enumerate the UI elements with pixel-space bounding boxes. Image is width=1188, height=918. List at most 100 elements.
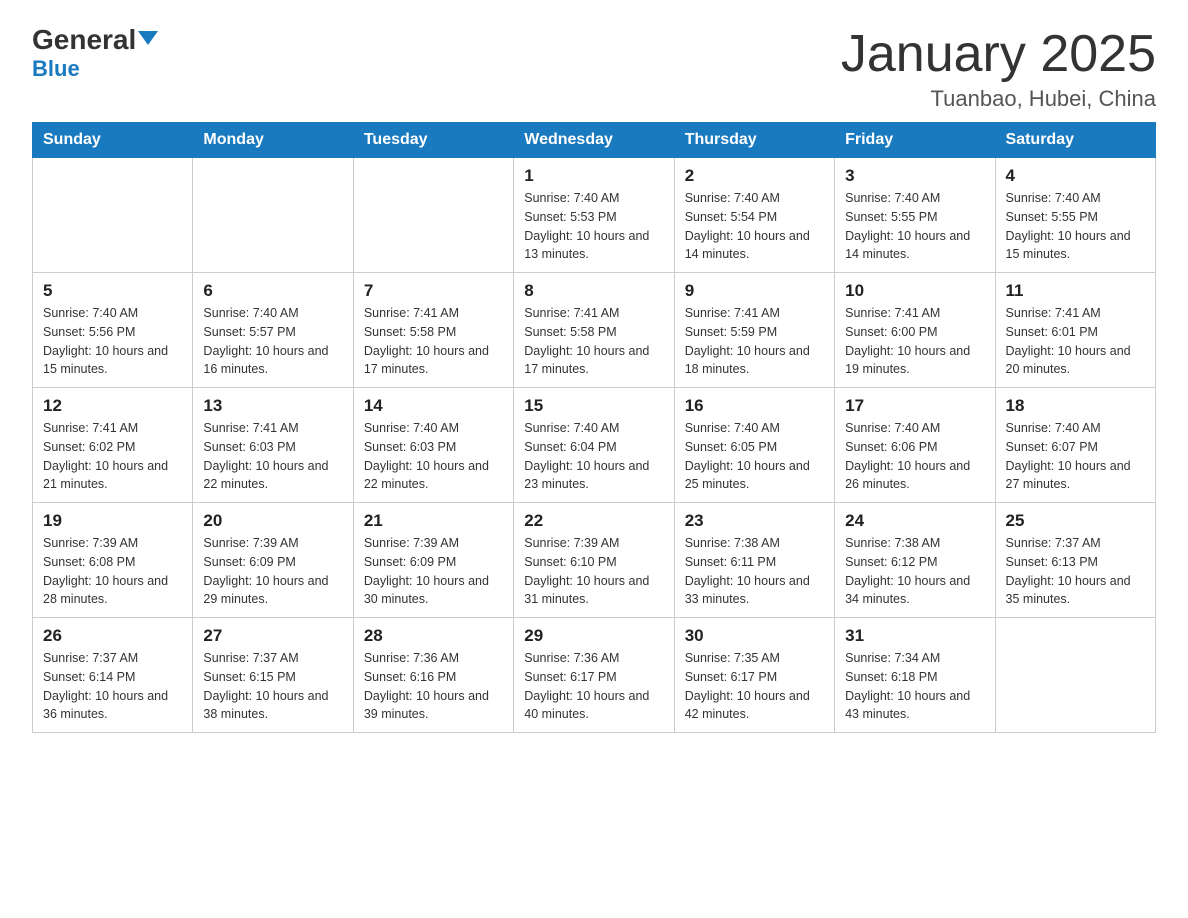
location-title: Tuanbao, Hubei, China: [841, 86, 1156, 112]
day-number: 9: [685, 281, 824, 301]
logo-triangle-icon: [138, 31, 158, 45]
day-number: 16: [685, 396, 824, 416]
day-number: 22: [524, 511, 663, 531]
day-info: Sunrise: 7:39 AMSunset: 6:09 PMDaylight:…: [203, 534, 342, 609]
day-number: 7: [364, 281, 503, 301]
calendar-cell: 24 Sunrise: 7:38 AMSunset: 6:12 PMDayligh…: [835, 503, 995, 618]
day-info: Sunrise: 7:41 AMSunset: 5:58 PMDaylight:…: [524, 304, 663, 379]
day-number: 28: [364, 626, 503, 646]
day-info: Sunrise: 7:40 AMSunset: 6:06 PMDaylight:…: [845, 419, 984, 494]
calendar-table: SundayMondayTuesdayWednesdayThursdayFrid…: [32, 122, 1156, 733]
calendar-cell: 19 Sunrise: 7:39 AMSunset: 6:08 PMDayligh…: [33, 503, 193, 618]
day-number: 4: [1006, 166, 1145, 186]
calendar-cell: 14 Sunrise: 7:40 AMSunset: 6:03 PMDayligh…: [353, 388, 513, 503]
day-number: 30: [685, 626, 824, 646]
calendar-cell: 5 Sunrise: 7:40 AMSunset: 5:56 PMDaylight…: [33, 273, 193, 388]
page-header: General Blue January 2025 Tuanbao, Hubei…: [32, 24, 1156, 112]
day-number: 3: [845, 166, 984, 186]
day-info: Sunrise: 7:40 AMSunset: 5:55 PMDaylight:…: [845, 189, 984, 264]
day-number: 20: [203, 511, 342, 531]
calendar-cell: 12Sunrise: 7:41 AMSunset: 6:02 PMDayligh…: [33, 388, 193, 503]
weekday-header-friday: Friday: [835, 123, 995, 158]
day-number: 2: [685, 166, 824, 186]
day-info: Sunrise: 7:34 AMSunset: 6:18 PMDaylight:…: [845, 649, 984, 724]
day-number: 24: [845, 511, 984, 531]
day-number: 13: [203, 396, 342, 416]
day-number: 26: [43, 626, 182, 646]
day-number: 6: [203, 281, 342, 301]
weekday-header-wednesday: Wednesday: [514, 123, 674, 158]
calendar-cell: 18 Sunrise: 7:40 AMSunset: 6:07 PMDayligh…: [995, 388, 1155, 503]
calendar-cell: 16 Sunrise: 7:40 AMSunset: 6:05 PMDayligh…: [674, 388, 834, 503]
calendar-cell: 31 Sunrise: 7:34 AMSunset: 6:18 PMDayligh…: [835, 618, 995, 733]
day-number: 31: [845, 626, 984, 646]
calendar-cell: 9 Sunrise: 7:41 AMSunset: 5:59 PMDaylight…: [674, 273, 834, 388]
day-info: Sunrise: 7:35 AMSunset: 6:17 PMDaylight:…: [685, 649, 824, 724]
day-number: 18: [1006, 396, 1145, 416]
calendar-cell: 20 Sunrise: 7:39 AMSunset: 6:09 PMDayligh…: [193, 503, 353, 618]
day-info: Sunrise: 7:41 AMSunset: 5:59 PMDaylight:…: [685, 304, 824, 379]
day-number: 5: [43, 281, 182, 301]
day-number: 21: [364, 511, 503, 531]
day-info: Sunrise: 7:36 AMSunset: 6:17 PMDaylight:…: [524, 649, 663, 724]
calendar-cell: [353, 158, 513, 273]
calendar-week-row: 1 Sunrise: 7:40 AMSunset: 5:53 PMDaylight…: [33, 158, 1156, 273]
day-info: Sunrise: 7:41 AMSunset: 5:58 PMDaylight:…: [364, 304, 503, 379]
day-info: Sunrise: 7:39 AMSunset: 6:08 PMDaylight:…: [43, 534, 182, 609]
weekday-header-monday: Monday: [193, 123, 353, 158]
day-info: Sunrise: 7:37 AMSunset: 6:14 PMDaylight:…: [43, 649, 182, 724]
day-info: Sunrise: 7:37 AMSunset: 6:15 PMDaylight:…: [203, 649, 342, 724]
calendar-cell: 29 Sunrise: 7:36 AMSunset: 6:17 PMDayligh…: [514, 618, 674, 733]
day-number: 8: [524, 281, 663, 301]
calendar-cell: 3 Sunrise: 7:40 AMSunset: 5:55 PMDaylight…: [835, 158, 995, 273]
calendar-cell: 10Sunrise: 7:41 AMSunset: 6:00 PMDayligh…: [835, 273, 995, 388]
day-info: Sunrise: 7:40 AMSunset: 6:05 PMDaylight:…: [685, 419, 824, 494]
calendar-cell: 17Sunrise: 7:40 AMSunset: 6:06 PMDayligh…: [835, 388, 995, 503]
calendar-cell: 2Sunrise: 7:40 AMSunset: 5:54 PMDaylight…: [674, 158, 834, 273]
calendar-week-row: 5 Sunrise: 7:40 AMSunset: 5:56 PMDaylight…: [33, 273, 1156, 388]
calendar-cell: 30 Sunrise: 7:35 AMSunset: 6:17 PMDayligh…: [674, 618, 834, 733]
day-number: 19: [43, 511, 182, 531]
calendar-cell: 27 Sunrise: 7:37 AMSunset: 6:15 PMDayligh…: [193, 618, 353, 733]
calendar-cell: 4 Sunrise: 7:40 AMSunset: 5:55 PMDaylight…: [995, 158, 1155, 273]
day-info: Sunrise: 7:39 AMSunset: 6:10 PMDaylight:…: [524, 534, 663, 609]
day-info: Sunrise: 7:40 AMSunset: 5:53 PMDaylight:…: [524, 189, 663, 264]
day-info: Sunrise: 7:39 AMSunset: 6:09 PMDaylight:…: [364, 534, 503, 609]
weekday-header-tuesday: Tuesday: [353, 123, 513, 158]
calendar-cell: [193, 158, 353, 273]
day-number: 1: [524, 166, 663, 186]
calendar-cell: 1 Sunrise: 7:40 AMSunset: 5:53 PMDaylight…: [514, 158, 674, 273]
calendar-cell: 6 Sunrise: 7:40 AMSunset: 5:57 PMDaylight…: [193, 273, 353, 388]
logo-blue: Blue: [32, 56, 80, 81]
weekday-header-sunday: Sunday: [33, 123, 193, 158]
calendar-week-row: 26 Sunrise: 7:37 AMSunset: 6:14 PMDayligh…: [33, 618, 1156, 733]
calendar-cell: 21 Sunrise: 7:39 AMSunset: 6:09 PMDayligh…: [353, 503, 513, 618]
day-info: Sunrise: 7:40 AMSunset: 6:03 PMDaylight:…: [364, 419, 503, 494]
calendar-cell: [995, 618, 1155, 733]
day-number: 27: [203, 626, 342, 646]
month-title: January 2025: [841, 24, 1156, 84]
day-number: 25: [1006, 511, 1145, 531]
day-info: Sunrise: 7:40 AMSunset: 5:56 PMDaylight:…: [43, 304, 182, 379]
day-info: Sunrise: 7:38 AMSunset: 6:12 PMDaylight:…: [845, 534, 984, 609]
calendar-cell: [33, 158, 193, 273]
calendar-cell: 15 Sunrise: 7:40 AMSunset: 6:04 PMDayligh…: [514, 388, 674, 503]
day-info: Sunrise: 7:41 AMSunset: 6:03 PMDaylight:…: [203, 419, 342, 494]
calendar-cell: 7 Sunrise: 7:41 AMSunset: 5:58 PMDaylight…: [353, 273, 513, 388]
day-number: 10: [845, 281, 984, 301]
calendar-cell: 25Sunrise: 7:37 AMSunset: 6:13 PMDayligh…: [995, 503, 1155, 618]
day-info: Sunrise: 7:40 AMSunset: 6:07 PMDaylight:…: [1006, 419, 1145, 494]
day-number: 15: [524, 396, 663, 416]
day-info: Sunrise: 7:38 AMSunset: 6:11 PMDaylight:…: [685, 534, 824, 609]
day-info: Sunrise: 7:41 AMSunset: 6:02 PMDaylight:…: [43, 419, 182, 494]
day-info: Sunrise: 7:36 AMSunset: 6:16 PMDaylight:…: [364, 649, 503, 724]
day-number: 14: [364, 396, 503, 416]
day-info: Sunrise: 7:40 AMSunset: 5:57 PMDaylight:…: [203, 304, 342, 379]
weekday-header-saturday: Saturday: [995, 123, 1155, 158]
day-info: Sunrise: 7:40 AMSunset: 5:55 PMDaylight:…: [1006, 189, 1145, 264]
calendar-cell: 26 Sunrise: 7:37 AMSunset: 6:14 PMDayligh…: [33, 618, 193, 733]
calendar-cell: 11Sunrise: 7:41 AMSunset: 6:01 PMDayligh…: [995, 273, 1155, 388]
calendar-cell: 8 Sunrise: 7:41 AMSunset: 5:58 PMDaylight…: [514, 273, 674, 388]
day-info: Sunrise: 7:40 AMSunset: 6:04 PMDaylight:…: [524, 419, 663, 494]
day-number: 29: [524, 626, 663, 646]
